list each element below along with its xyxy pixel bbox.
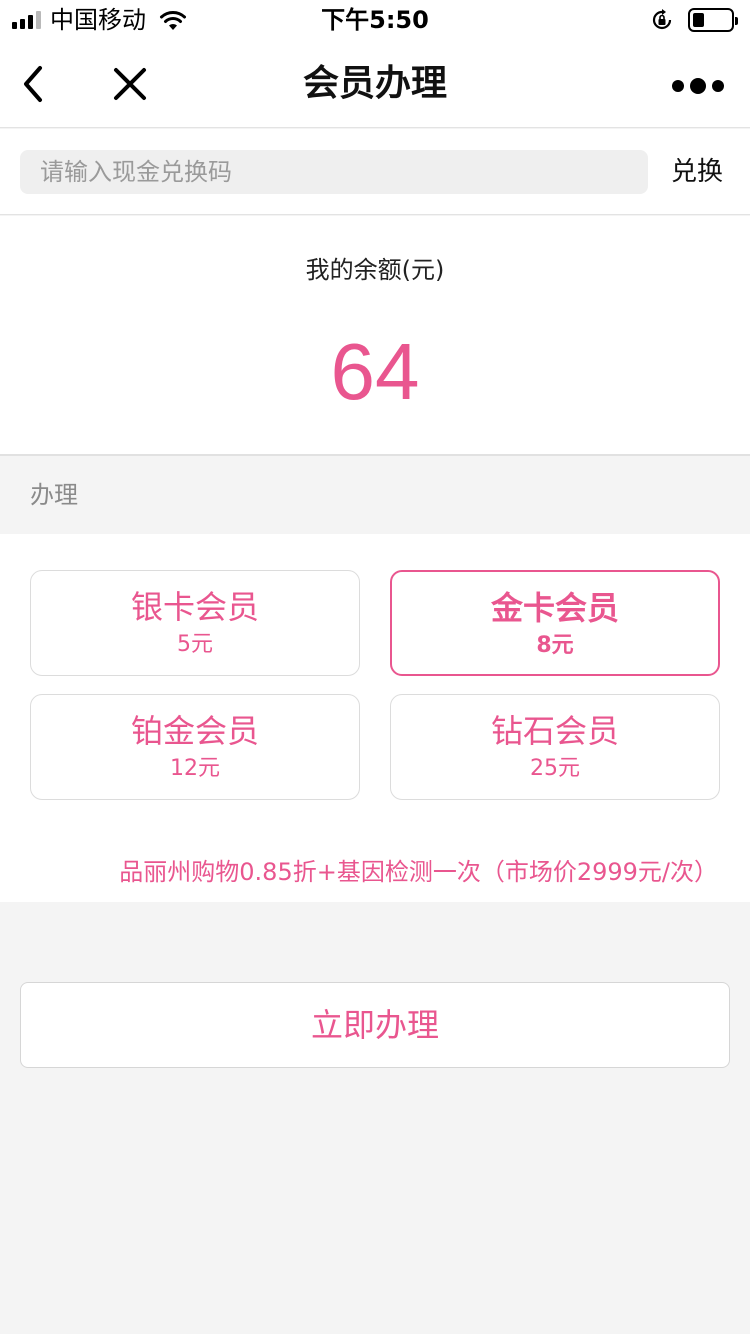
membership-card-platinum[interactable]: 铂金会员 12元 bbox=[30, 694, 360, 800]
status-right bbox=[650, 7, 738, 33]
membership-name: 金卡会员 bbox=[490, 589, 619, 627]
more-dots-icon[interactable] bbox=[672, 78, 724, 94]
nav-bar: 会员办理 bbox=[0, 40, 750, 128]
status-bar: 中国移动 下午5:50 bbox=[0, 0, 750, 40]
membership-price: 5元 bbox=[177, 632, 213, 657]
membership-name: 钻石会员 bbox=[490, 712, 619, 750]
battery-fill bbox=[693, 13, 704, 27]
membership-card-silver[interactable]: 银卡会员 5元 bbox=[30, 570, 360, 676]
redeem-button[interactable]: 兑换 bbox=[664, 150, 730, 194]
status-time: 下午5:50 bbox=[321, 6, 429, 34]
page: 中国移动 下午5:50 会员办理 请输入现金兑换码 兑换 我的余额(元) 64 … bbox=[0, 0, 750, 1334]
battery-icon bbox=[688, 8, 738, 32]
submit-button[interactable]: 立即办理 bbox=[20, 982, 730, 1068]
membership-options: 银卡会员 5元 金卡会员 8元 铂金会员 12元 钻石会员 25元 品丽州购物0… bbox=[0, 534, 750, 902]
membership-name: 银卡会员 bbox=[130, 588, 259, 626]
rotation-lock-icon bbox=[652, 9, 672, 30]
membership-price: 25元 bbox=[530, 756, 580, 781]
balance-value: 64 bbox=[330, 327, 420, 416]
section-title: 办理 bbox=[30, 481, 78, 509]
membership-price: 8元 bbox=[536, 633, 574, 658]
redeem-code-input[interactable] bbox=[20, 150, 648, 194]
page-title: 会员办理 bbox=[302, 63, 447, 104]
membership-card-gold[interactable]: 金卡会员 8元 bbox=[390, 570, 720, 676]
membership-price: 12元 bbox=[170, 756, 220, 781]
membership-card-diamond[interactable]: 钻石会员 25元 bbox=[390, 694, 720, 800]
redeem-bar: 兑换 bbox=[0, 129, 750, 215]
membership-name: 铂金会员 bbox=[130, 712, 259, 750]
balance-label: 我的余额(元) bbox=[305, 256, 445, 284]
balance-panel: 我的余额(元) 64 bbox=[0, 216, 750, 456]
benefit-description: 品丽州购物0.85折+基因检测一次（市场价2999元/次） bbox=[119, 858, 718, 886]
